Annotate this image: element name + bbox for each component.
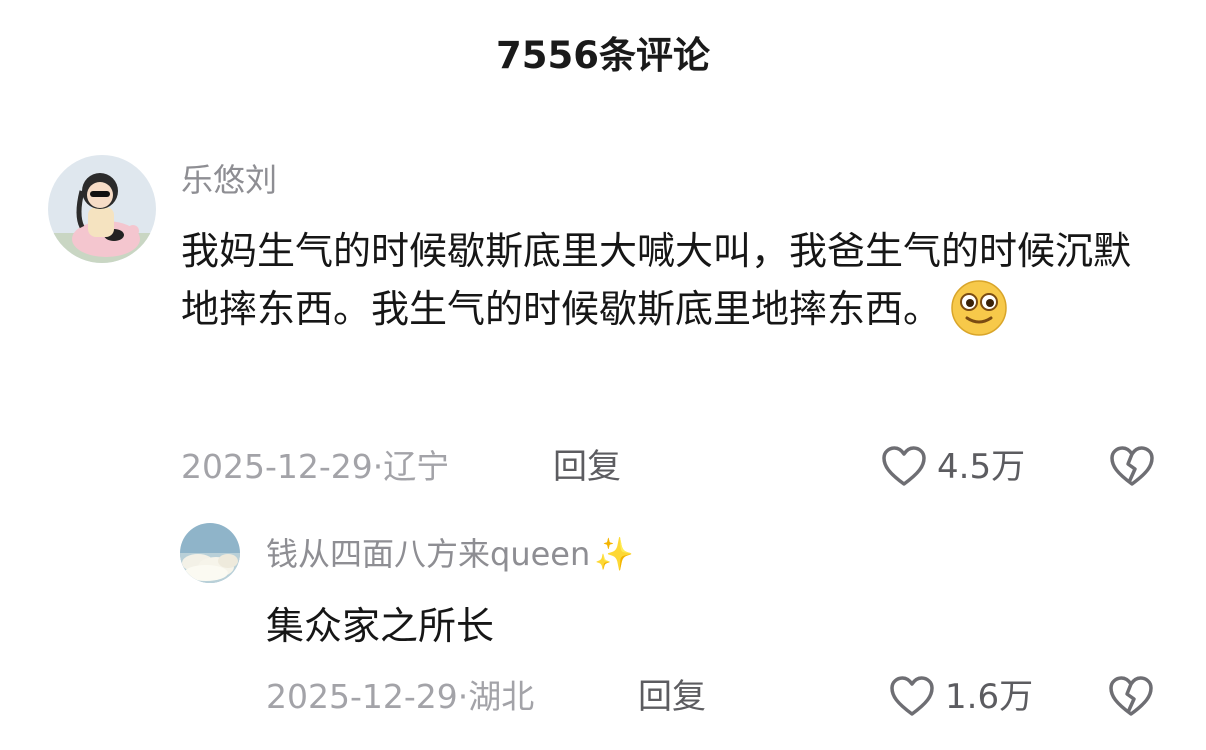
user-avatar-icon [48,155,156,263]
comments-count-title: 7556条评论 [496,34,710,77]
like-button[interactable]: 1.6万 [887,672,1033,722]
user-avatar-icon [180,523,240,583]
reply-username-text: 钱从四面八方来queen [266,535,591,573]
like-button[interactable]: 4.5万 [879,442,1025,492]
smiling-face-emoji-icon [949,278,1009,338]
broken-heart-icon[interactable] [1106,672,1156,722]
heart-icon [882,446,926,486]
reply-date-location: 2025-12-29·湖北 [266,677,535,716]
reply-username[interactable]: 钱从四面八方来queen ✨ [266,532,634,576]
sparkles-icon: ✨ [594,535,635,573]
reply-meta-row: 2025-12-29·湖北 回复 1.6万 [266,672,1161,722]
commenter-username[interactable]: 乐悠刘 [181,158,277,202]
reply-button[interactable]: 回复 [638,672,706,722]
like-count: 1.6万 [945,677,1034,717]
reply-text: 集众家之所长 [266,604,495,648]
commenter-avatar[interactable] [48,155,156,263]
comment-meta-row: 2025-12-29·辽宁 回复 4.5万 [181,442,1161,492]
comment-date-location: 2025-12-29·辽宁 [181,447,450,486]
reply-button[interactable]: 回复 [553,442,621,492]
comment-text: 我妈生气的时候歇斯底里大喊大叫，我爸生气的时候沉默地摔东西。我生气的时候歇斯底里… [181,222,1161,338]
heart-icon [890,676,934,716]
like-count: 4.5万 [937,447,1026,487]
reply-commenter-avatar[interactable] [180,523,240,583]
broken-heart-icon[interactable] [1107,442,1157,492]
